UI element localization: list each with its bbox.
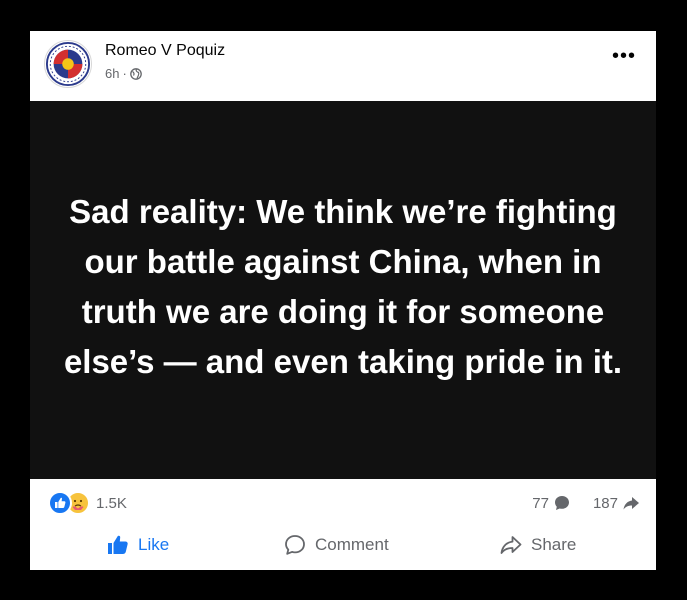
avatar[interactable] [44,40,92,88]
post-header: Romeo V Poquiz 6h · ••• [30,31,656,101]
share-icon [500,536,522,554]
engagement-counts: 77 187 [532,494,640,512]
more-options-button[interactable]: ••• [612,46,636,66]
post-stats: 1.5K 77 187 [30,479,656,523]
globe-icon [129,67,142,80]
meta-separator: · [122,66,127,81]
page-logo-icon [45,41,91,87]
share-count-icon [623,497,639,510]
post-time[interactable]: 6h [105,66,119,81]
post-content: Sad reality: We think we’re fighting our… [30,101,656,479]
thumbs-up-icon [108,535,128,554]
like-label: Like [138,535,170,554]
like-reaction-icon [48,491,72,515]
share-button[interactable]: Share [499,527,576,563]
post-text: Sad reality: We think we’re fighting our… [63,192,623,380]
like-button[interactable]: Like [106,527,169,563]
comment-count-icon [554,496,569,510]
comment-icon [285,535,305,555]
reaction-count: 1.5K [96,494,127,512]
comment-label: Comment [315,535,389,554]
share-label: Share [531,535,577,554]
comment-button[interactable]: Comment [283,527,389,563]
action-bar: Like Comment Share [30,523,656,567]
reactions-summary[interactable]: 1.5K [48,491,127,515]
post-card: Romeo V Poquiz 6h · ••• Sad reality: We … [30,31,656,570]
post-meta: 6h · [105,66,142,81]
author-name[interactable]: Romeo V Poquiz [105,42,225,60]
comment-count[interactable]: 77 [532,495,549,512]
share-count[interactable]: 187 [593,495,618,512]
